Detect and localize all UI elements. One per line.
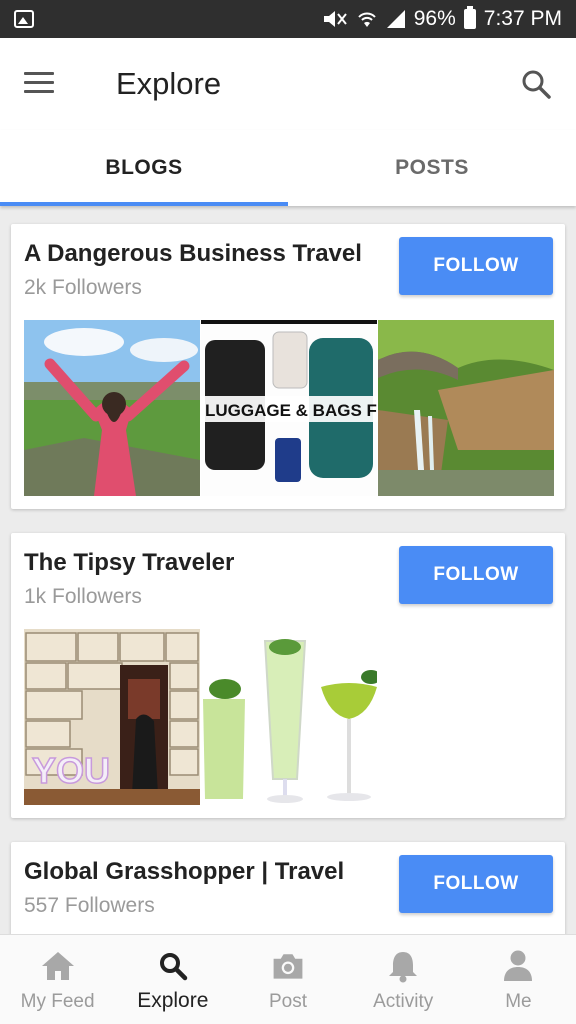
thumbnail-strip: LUGGAGE & BAGS FOR TRA bbox=[24, 320, 555, 496]
follow-button[interactable]: FOLLOW bbox=[399, 237, 553, 295]
nav-label: My Feed bbox=[20, 991, 95, 1012]
blog-card[interactable]: The Tipsy Traveler 1k Followers FOLLOW Y… bbox=[11, 533, 565, 818]
thumbnail-strip: YOU bbox=[24, 629, 378, 805]
nav-label: Activity bbox=[373, 991, 434, 1012]
blog-title: The Tipsy Traveler bbox=[24, 549, 235, 576]
search-icon[interactable] bbox=[520, 68, 552, 100]
mute-icon bbox=[323, 11, 347, 27]
thumbnail-cocktails[interactable] bbox=[201, 629, 377, 805]
follower-count: 2k Followers bbox=[24, 276, 142, 299]
blog-card[interactable]: A Dangerous Business Travel 2k Followers… bbox=[11, 224, 565, 509]
clock: 7:37 PM bbox=[483, 7, 562, 30]
tab-blogs[interactable]: BLOGS bbox=[0, 130, 288, 206]
follow-button[interactable]: FOLLOW bbox=[399, 855, 553, 913]
nav-explore[interactable]: Explore bbox=[115, 935, 230, 1024]
nav-me[interactable]: Me bbox=[461, 935, 576, 1024]
follow-button[interactable]: FOLLOW bbox=[399, 546, 553, 604]
nav-my-feed[interactable]: My Feed bbox=[0, 935, 115, 1024]
follower-count: 557 Followers bbox=[24, 894, 155, 917]
bell-icon bbox=[385, 949, 421, 983]
page-title: Explore bbox=[116, 66, 222, 101]
home-icon bbox=[40, 949, 76, 983]
battery-level: 96% bbox=[413, 7, 456, 30]
thumbnail-caption: YOU bbox=[32, 750, 110, 791]
thumbnail-hiker-cliffs[interactable] bbox=[24, 320, 200, 496]
thumbnail-caption: LUGGAGE & BAGS FOR TRA bbox=[205, 401, 377, 420]
tab-posts[interactable]: POSTS bbox=[288, 130, 576, 206]
blog-list: A Dangerous Business Travel 2k Followers… bbox=[0, 206, 576, 934]
nav-label: Post bbox=[268, 991, 308, 1012]
blog-card[interactable]: Global Grasshopper | Travel 557 Follower… bbox=[11, 842, 565, 934]
bottom-nav: My Feed Explore Post Activity Me bbox=[0, 934, 576, 1024]
nav-post[interactable]: Post bbox=[230, 935, 345, 1024]
tab-bar: BLOGS POSTS bbox=[0, 130, 576, 206]
blog-title: A Dangerous Business Travel bbox=[24, 240, 362, 267]
status-bar: 96% 7:37 PM bbox=[0, 0, 576, 38]
app-bar: Explore bbox=[0, 38, 576, 130]
photo-icon bbox=[14, 10, 34, 28]
thumbnail-suitcase-wall[interactable]: YOU bbox=[24, 629, 200, 805]
search-icon bbox=[155, 949, 191, 983]
thumbnail-waterfall[interactable] bbox=[378, 320, 554, 496]
follower-count: 1k Followers bbox=[24, 585, 142, 608]
menu-icon[interactable] bbox=[24, 72, 54, 94]
nav-label: Me bbox=[505, 991, 532, 1012]
blog-title: Global Grasshopper | Travel bbox=[24, 858, 345, 885]
nav-label: Explore bbox=[137, 989, 209, 1012]
camera-icon bbox=[270, 949, 306, 983]
person-icon bbox=[500, 949, 536, 983]
battery-icon bbox=[463, 6, 476, 29]
wifi-icon bbox=[358, 12, 376, 27]
nav-activity[interactable]: Activity bbox=[346, 935, 461, 1024]
signal-icon bbox=[386, 10, 405, 28]
thumbnail-luggage[interactable]: LUGGAGE & BAGS FOR TRA bbox=[201, 320, 377, 496]
